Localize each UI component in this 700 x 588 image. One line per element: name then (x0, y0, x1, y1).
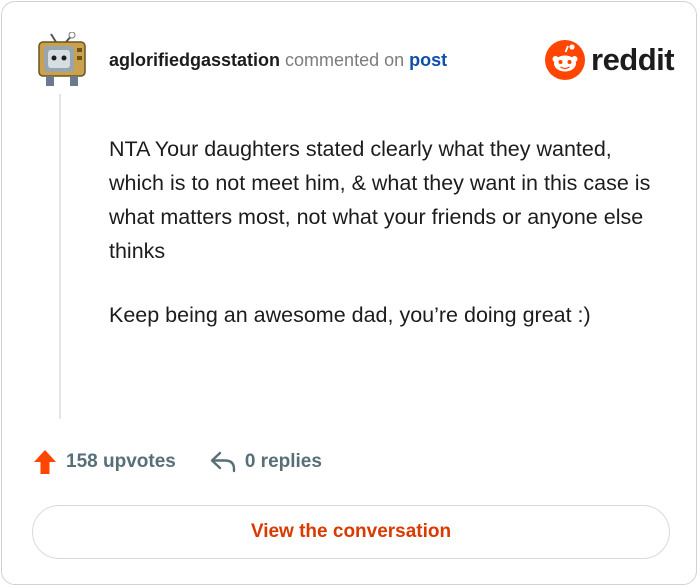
upvote-action[interactable]: 158 upvotes (33, 449, 176, 475)
reddit-brand[interactable]: reddit (545, 39, 675, 81)
reply-count: 0 replies (244, 451, 322, 472)
upvote-arrow-icon[interactable] (33, 449, 57, 475)
commented-on-text: commented on (285, 50, 405, 70)
thread-line (59, 94, 61, 419)
comment-paragraph: Keep being an awesome dad, you’re doing … (109, 303, 591, 327)
reply-arrow-icon[interactable] (210, 451, 236, 473)
username-link[interactable]: aglorifiedgasstation (109, 50, 280, 70)
comment-body: NTA Your daughters stated clearly what t… (109, 132, 659, 362)
comment-header: aglorifiedgasstation commented on post (109, 48, 447, 72)
replies-action[interactable]: 0 replies (210, 451, 322, 473)
comment-paragraph: NTA Your daughters stated clearly what t… (109, 137, 651, 263)
comment-actions: 158 upvotes 0 replies (33, 446, 322, 478)
view-conversation-button[interactable]: View the conversation (32, 505, 670, 559)
post-link[interactable]: post (409, 50, 447, 70)
upvote-count: 158 upvotes (66, 451, 176, 472)
snoo-tv-avatar-icon (38, 31, 86, 86)
comment-embed-card: aglorifiedgasstation commented on post r… (1, 1, 697, 585)
reddit-logo-icon (545, 40, 585, 80)
user-avatar[interactable] (36, 31, 88, 88)
reddit-wordmark: reddit (591, 42, 675, 77)
